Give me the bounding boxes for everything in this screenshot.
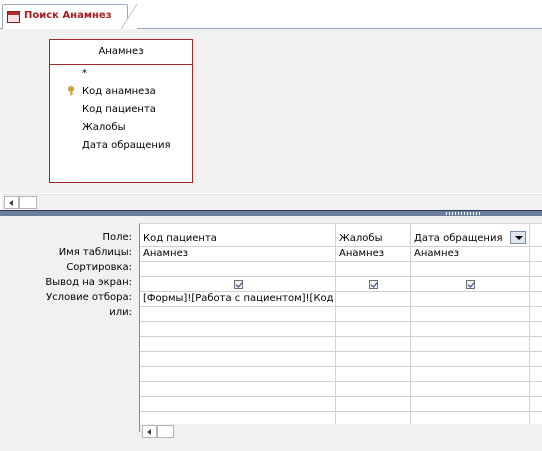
tab-label: Поиск Анамнез [24,10,112,21]
table-pane-scrollbar[interactable] [2,194,542,210]
scroll-left-button[interactable] [4,196,19,209]
grid-cell-field-3[interactable]: Дата обращения [411,231,510,246]
arrow-left-icon [147,429,151,435]
field-list-title[interactable]: Анамнез [50,40,192,65]
grid-cell-table-3[interactable]: Анамнез [411,246,528,261]
grid-cell-field-1[interactable]: Код пациента [140,231,333,246]
field-item-all[interactable]: * [82,68,87,79]
column-divider [529,224,530,432]
show-checkbox-3[interactable] [466,280,475,289]
grid-line [140,411,542,412]
field-item-zhaloby[interactable]: Жалобы [82,122,125,133]
query-design-grid[interactable]: Код пациента Анамнез [Формы]![Работа с п… [139,223,542,432]
field-item-data-obrashcheniya[interactable]: Дата обращения [82,140,170,151]
row-label-table: Имя таблицы: [58,247,132,258]
tab-query-search-anamnesis[interactable]: Поиск Анамнез [2,4,137,29]
row-label-field: Поле: [102,232,132,243]
primary-key-icon [68,86,74,96]
grid-line [140,366,542,367]
grid-line [140,276,542,277]
grid-line [140,351,542,352]
row-label-criteria: Условие отбора: [46,292,132,303]
grid-line [140,306,542,307]
grid-cell-table-2[interactable]: Анамнез [336,246,409,261]
grid-line [140,396,542,397]
grid-line [140,261,542,262]
grid-cell-criteria-1[interactable]: [Формы]![Работа с пациентом]![Код [140,291,333,306]
grid-cell-field-2[interactable]: Жалобы [336,231,409,246]
show-checkbox-1[interactable] [234,280,243,289]
row-label-sort: Сортировка: [66,262,132,273]
grid-line [140,321,542,322]
splitter-grip-icon [446,212,482,215]
document-tab-strip: Поиск Анамнез [0,0,542,29]
design-grid-scrollbar[interactable] [140,424,542,439]
scroll-thumb[interactable] [19,196,37,209]
design-grid-pane: Поле: Имя таблицы: Сортировка: Вывод на … [0,216,542,451]
field-dropdown-button[interactable] [510,231,526,244]
grid-scroll-thumb[interactable] [157,425,174,438]
query-icon [7,11,20,23]
arrow-left-icon [9,200,13,206]
grid-cell-table-1[interactable]: Анамнез [140,246,333,261]
grid-line [140,381,542,382]
row-label-show: Вывод на экран: [45,277,132,288]
field-list-anamnez[interactable]: Анамнез * Код анамнеза Код пациента Жало… [49,39,193,183]
row-label-or: или: [109,307,132,318]
field-item-kod-anamneza[interactable]: Код анамнеза [82,86,156,97]
field-item-kod-pacienta[interactable]: Код пациента [82,104,156,115]
table-pane: Анамнез * Код анамнеза Код пациента Жало… [0,29,542,193]
show-checkbox-2[interactable] [369,280,378,289]
grid-line [140,336,542,337]
grid-scroll-left-button[interactable] [142,425,157,438]
